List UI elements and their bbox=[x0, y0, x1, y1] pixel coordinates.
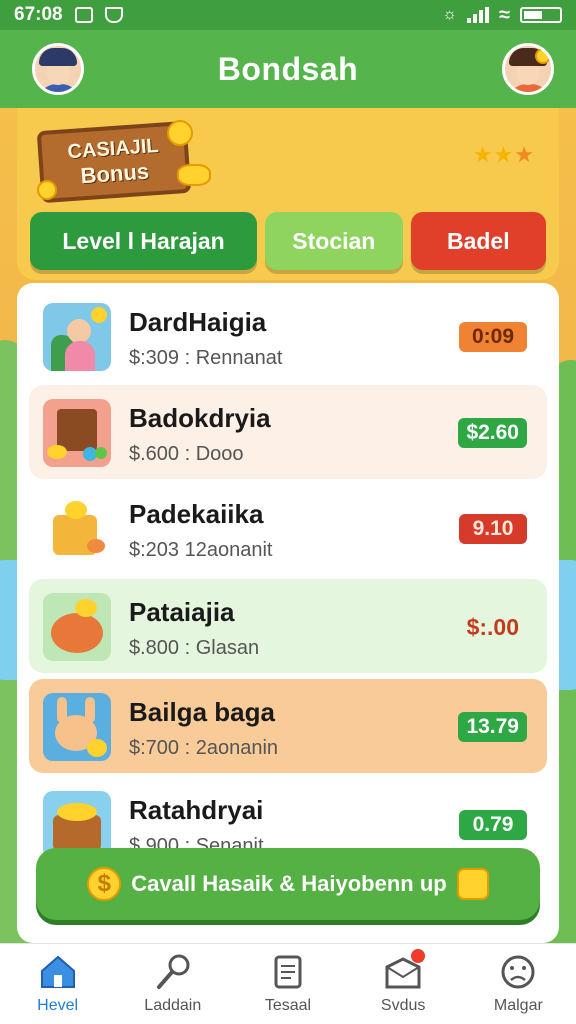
reward-list: DardHaigia $:309 : Rennanat 0:09 Badokdr… bbox=[17, 283, 559, 943]
mail-icon bbox=[104, 7, 123, 23]
tab-stocian[interactable]: Stocian bbox=[265, 212, 403, 270]
nav-item-home[interactable]: Hevel bbox=[3, 953, 113, 1015]
item-title: Pataiajia bbox=[129, 597, 235, 627]
item-subtitle: $:203 12aonanit bbox=[129, 539, 273, 561]
price-badge: 0.79 bbox=[459, 810, 527, 840]
item-title: Ratahdryai bbox=[129, 795, 264, 825]
battery-icon bbox=[520, 7, 562, 23]
nav-label: Hevel bbox=[37, 997, 79, 1014]
tab-level[interactable]: Level l Harajan bbox=[30, 212, 258, 270]
bottom-navigation: Hevel Laddain Tesaal Svdus Malgar bbox=[0, 943, 576, 1024]
document-icon bbox=[274, 955, 302, 989]
vibrate-icon: ☼ bbox=[442, 6, 458, 23]
coin-icon bbox=[167, 120, 193, 146]
bunny-thumbnail-icon bbox=[43, 693, 111, 761]
coin-icon bbox=[37, 180, 57, 200]
item-subtitle: $.800 : Glasan bbox=[129, 637, 260, 659]
pouch-thumbnail-icon bbox=[43, 593, 111, 661]
item-subtitle: $:700 : 2aonanin bbox=[129, 737, 279, 759]
dollar-coin-icon: $ bbox=[87, 867, 122, 901]
sad-face-icon bbox=[501, 955, 535, 989]
collect-bonus-button[interactable]: $ Cavall Hasaik & Haiyobenn up bbox=[36, 848, 540, 920]
tab-row: Level l Harajan Stocian Badel bbox=[30, 212, 546, 270]
status-time: 67:08 bbox=[14, 4, 63, 25]
item-subtitle: $:309 : Rennanat bbox=[129, 347, 283, 369]
item-subtitle: $.600 : Dooo bbox=[129, 443, 244, 465]
nav-label: Svdus bbox=[380, 997, 426, 1014]
nav-label: Malgar bbox=[493, 997, 543, 1014]
bag-thumbnail-icon bbox=[43, 399, 111, 467]
rating-stars: ★★★ bbox=[473, 142, 535, 168]
star-icon: ★ bbox=[514, 142, 535, 167]
item-title: DardHaigia bbox=[129, 307, 267, 337]
tab-badel[interactable]: Badel bbox=[410, 212, 546, 270]
price-badge: 9.10 bbox=[459, 514, 527, 544]
signal-icon bbox=[467, 7, 490, 23]
price-badge: $:.00 bbox=[466, 613, 519, 640]
notification-icon bbox=[74, 7, 93, 23]
collect-bonus-label: Cavall Hasaik & Haiyobenn up bbox=[131, 871, 447, 896]
nav-item-laddain[interactable]: Laddain bbox=[118, 953, 228, 1015]
nav-item-svdus[interactable]: Svdus bbox=[348, 949, 458, 1015]
status-bar: 67:08 ☼ ≈ bbox=[0, 0, 576, 30]
page-title: Bondsah bbox=[217, 50, 359, 87]
list-item[interactable]: DardHaigia $:309 : Rennanat 0:09 bbox=[29, 289, 547, 383]
list-item[interactable]: Pataiajia $.800 : Glasan $:.00 bbox=[29, 579, 547, 673]
list-item[interactable]: Padekaiika $:203 12aonanit 9.10 bbox=[29, 481, 547, 575]
list-item[interactable]: Bailga baga $:700 : 2aonanin 13.79 bbox=[29, 679, 547, 773]
user-avatar[interactable] bbox=[32, 43, 84, 95]
bonus-sign-line2: Bonus bbox=[79, 158, 150, 188]
gold-chest-icon bbox=[456, 868, 489, 900]
microphone-icon bbox=[156, 954, 190, 989]
nav-item-tesaal[interactable]: Tesaal bbox=[233, 953, 343, 1015]
app-header: Bondsah bbox=[0, 30, 576, 108]
nav-item-malgar[interactable]: Malgar bbox=[463, 953, 573, 1015]
wifi-icon: ≈ bbox=[499, 3, 510, 26]
nav-label: Tesaal bbox=[264, 997, 312, 1014]
star-icon: ★ bbox=[493, 142, 515, 167]
item-title: Padekaiika bbox=[129, 499, 264, 529]
basket-thumbnail-icon bbox=[43, 495, 111, 563]
price-badge: 0:09 bbox=[459, 322, 527, 352]
family-thumbnail-icon bbox=[43, 303, 111, 371]
bonus-panel: CASIAJIL Bonus ★★★ Level l Harajan Stoci… bbox=[17, 108, 559, 280]
coin-pile-icon bbox=[177, 164, 211, 186]
home-icon bbox=[40, 955, 75, 988]
item-title: Badokdryia bbox=[129, 403, 271, 433]
price-badge: 13.79 bbox=[458, 712, 527, 742]
inbox-icon bbox=[383, 949, 426, 991]
friend-avatar[interactable] bbox=[502, 43, 554, 95]
list-item[interactable]: Badokdryia $.600 : Dooo $2.60 bbox=[29, 385, 547, 479]
price-badge: $2.60 bbox=[458, 418, 527, 448]
star-icon: ★ bbox=[472, 142, 494, 167]
nav-label: Laddain bbox=[144, 997, 202, 1014]
item-title: Bailga baga bbox=[129, 697, 275, 727]
